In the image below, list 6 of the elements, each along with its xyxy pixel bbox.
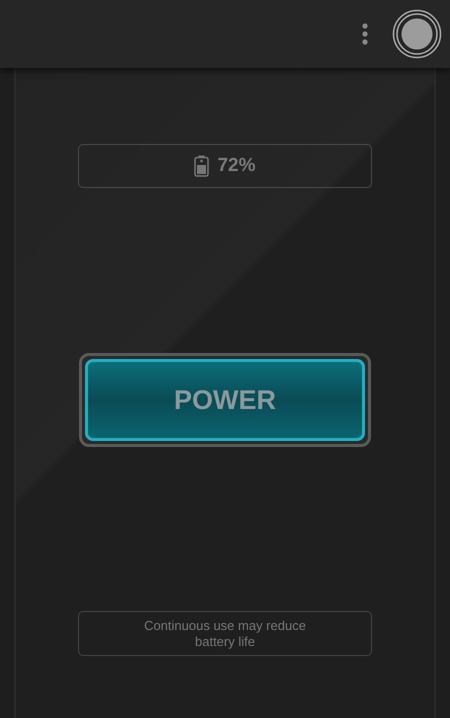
more-menu-icon[interactable] — [362, 23, 368, 45]
battery-percentage: 72% — [217, 154, 256, 178]
warning-text: Continuous use may reduce battery life — [143, 618, 307, 650]
battery-icon — [194, 155, 210, 177]
power-button[interactable]: POWER — [79, 353, 371, 447]
round-button-icon[interactable] — [392, 9, 442, 59]
